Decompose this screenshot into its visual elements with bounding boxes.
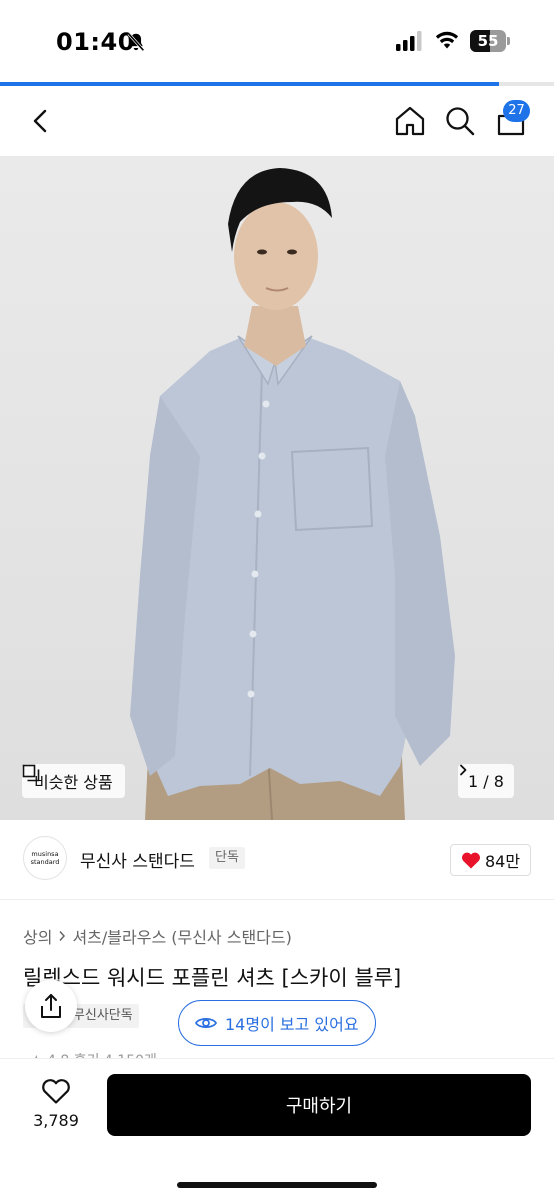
heart-filled-icon: [461, 852, 480, 869]
breadcrumb-subcategory[interactable]: 셔츠/블라우스 (무신사 스탠다드): [72, 924, 291, 948]
share-icon: [41, 994, 61, 1018]
brand-logo[interactable]: musinsa standard: [23, 836, 67, 880]
purchase-bar: 3,789 구매하기: [0, 1058, 554, 1200]
live-viewers-text: 14명이 보고 있어요: [225, 1015, 359, 1034]
bell-off-icon: [127, 32, 145, 52]
share-button[interactable]: [25, 980, 77, 1032]
similar-items-icon: [22, 764, 40, 782]
product-title: 릴렉스드 워시드 포플린 셔츠 [스카이 블루]: [23, 966, 402, 990]
wifi-icon: [435, 31, 459, 49]
similar-products-button[interactable]: 비슷한 상품: [22, 764, 125, 798]
eye-icon: [195, 1018, 217, 1028]
chevron-right-icon: [59, 931, 66, 941]
wishlist-button[interactable]: 3,789: [20, 1077, 92, 1147]
brand-row: musinsa standard 무신사 스탠다드 단독 84만: [0, 820, 554, 900]
live-viewers-pill: 14명이 보고 있어요: [178, 1000, 376, 1046]
wishlist-count: 3,789: [33, 1111, 79, 1130]
battery-level: 55: [477, 32, 499, 50]
home-indicator: [177, 1182, 377, 1188]
breadcrumb: 상의 셔츠/블라우스 (무신사 스탠다드): [23, 924, 292, 948]
exclusive-tag: 무신사단독: [66, 1004, 139, 1028]
buy-button[interactable]: 구매하기: [107, 1074, 531, 1136]
battery-indicator: 55: [470, 30, 510, 52]
image-pager[interactable]: 1 / 8: [458, 764, 514, 798]
signal-icon: [396, 31, 422, 51]
home-button[interactable]: [393, 104, 427, 138]
brand-like-button[interactable]: 84만: [450, 844, 531, 876]
similar-products-label: 비슷한 상품: [34, 773, 113, 792]
top-nav: [0, 86, 554, 156]
status-bar: 01:40 55: [0, 0, 554, 82]
status-time: 01:40: [56, 28, 135, 56]
cart-badge: 27: [503, 100, 530, 122]
brand-like-count: 84만: [484, 852, 521, 871]
back-button[interactable]: [24, 104, 58, 138]
brand-name-link[interactable]: 무신사 스탠다드: [80, 847, 195, 872]
exclusive-badge: 단독: [209, 847, 245, 869]
chevron-right-icon: [460, 764, 467, 776]
breadcrumb-category[interactable]: 상의: [23, 924, 52, 948]
product-photo: [130, 168, 455, 820]
search-button[interactable]: [443, 104, 477, 138]
image-pager-label: 1 / 8: [468, 771, 504, 791]
product-image[interactable]: 비슷한 상품 1 / 8: [0, 156, 554, 820]
heart-outline-icon: [42, 1079, 70, 1104]
